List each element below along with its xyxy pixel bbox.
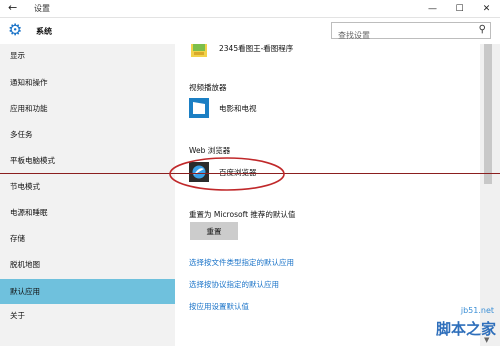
watermark: jb51.net 脚本之家	[420, 306, 500, 346]
watermark-url: jb51.net	[460, 306, 494, 315]
watermark-logo-text: 脚本之家	[435, 320, 496, 338]
annotation-ellipse	[169, 157, 285, 191]
